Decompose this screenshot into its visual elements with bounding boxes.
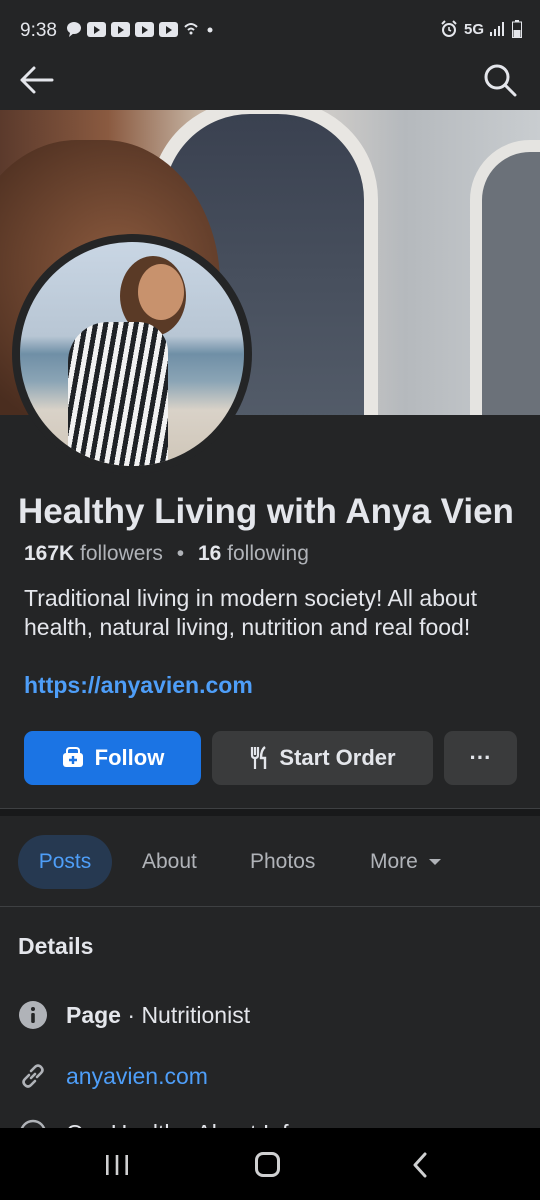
avatar-photo [20, 242, 244, 466]
page-title: Healthy Living with Anya Vien [18, 492, 514, 531]
network-label: 5G [463, 20, 484, 38]
link-icon [22, 1064, 44, 1088]
dot-icon [207, 27, 213, 33]
battery-icon [512, 20, 522, 38]
cover-arch [470, 140, 540, 415]
status-bar: 9:38 5G [0, 0, 540, 50]
youtube-icon [87, 21, 106, 37]
following-count[interactable]: 16 [198, 542, 221, 565]
home-button-icon[interactable] [255, 1152, 280, 1177]
following-label[interactable]: following [227, 542, 309, 565]
system-icons: 5G [440, 20, 522, 38]
youtube-icon [135, 21, 154, 37]
notification-icons [66, 21, 216, 37]
stats-separator: • [176, 542, 185, 565]
signal-icon [490, 22, 504, 36]
caret-down-icon [428, 859, 441, 865]
avatar-face [138, 264, 184, 320]
tab-label: Posts [38, 850, 92, 873]
info-icon [19, 1001, 47, 1029]
start-order-label: Start Order [279, 745, 396, 770]
followers-count[interactable]: 167K [24, 542, 74, 565]
wifi-call-icon [184, 23, 198, 35]
page-bio: Traditional living in modern society! Al… [24, 585, 477, 640]
follow-label: Follow [94, 745, 165, 770]
start-order-button[interactable]: Start Order [212, 731, 433, 785]
alarm-icon [441, 20, 457, 37]
details-heading: Details [18, 933, 94, 959]
follow-page-icon [62, 747, 83, 767]
website-row[interactable]: anyavien.com [18, 1061, 208, 1091]
youtube-icon [111, 21, 130, 37]
tab-label: About [142, 850, 197, 873]
profile-avatar[interactable] [12, 234, 252, 474]
tab-photos[interactable]: Photos [250, 835, 315, 889]
follower-stats: 167K followers • 16 following [24, 542, 309, 566]
arrow-left-icon[interactable] [16, 60, 56, 100]
page-category-row: Page · Nutritionist [18, 1000, 250, 1030]
chat-bubble-icon [67, 22, 81, 37]
status-time: 9:38 [20, 20, 57, 41]
website-value[interactable]: anyavien.com [66, 1063, 208, 1090]
tab-label: Photos [250, 850, 316, 873]
tab-label: More [370, 850, 418, 873]
fork-knife-icon [251, 746, 267, 769]
recent-apps-icon[interactable] [104, 1154, 130, 1176]
avatar-jacket [68, 322, 168, 466]
top-nav [0, 50, 540, 110]
system-nav-bar [0, 1128, 540, 1200]
page-type-sep: · [120, 1001, 142, 1028]
tab-posts[interactable]: Posts [18, 835, 112, 889]
search-icon[interactable] [480, 60, 520, 100]
page-category: Page · Nutritionist [66, 1002, 250, 1029]
more-options-icon: ··· [469, 745, 492, 770]
tab-about[interactable]: About [142, 835, 197, 889]
page-type-label: Page [66, 1001, 121, 1028]
website-link[interactable]: https://anyavien.com [24, 672, 253, 699]
profile-tabs: Posts About Photos More [0, 816, 540, 906]
tab-more[interactable]: More [370, 835, 442, 889]
tabs-divider [0, 906, 540, 907]
page-type-value: Nutritionist [141, 1001, 251, 1028]
follow-button[interactable]: Follow [24, 731, 201, 785]
more-options-button[interactable]: ··· [444, 731, 517, 785]
system-back-icon[interactable] [410, 1152, 430, 1178]
youtube-icon [159, 21, 178, 37]
followers-label[interactable]: followers [80, 542, 163, 565]
